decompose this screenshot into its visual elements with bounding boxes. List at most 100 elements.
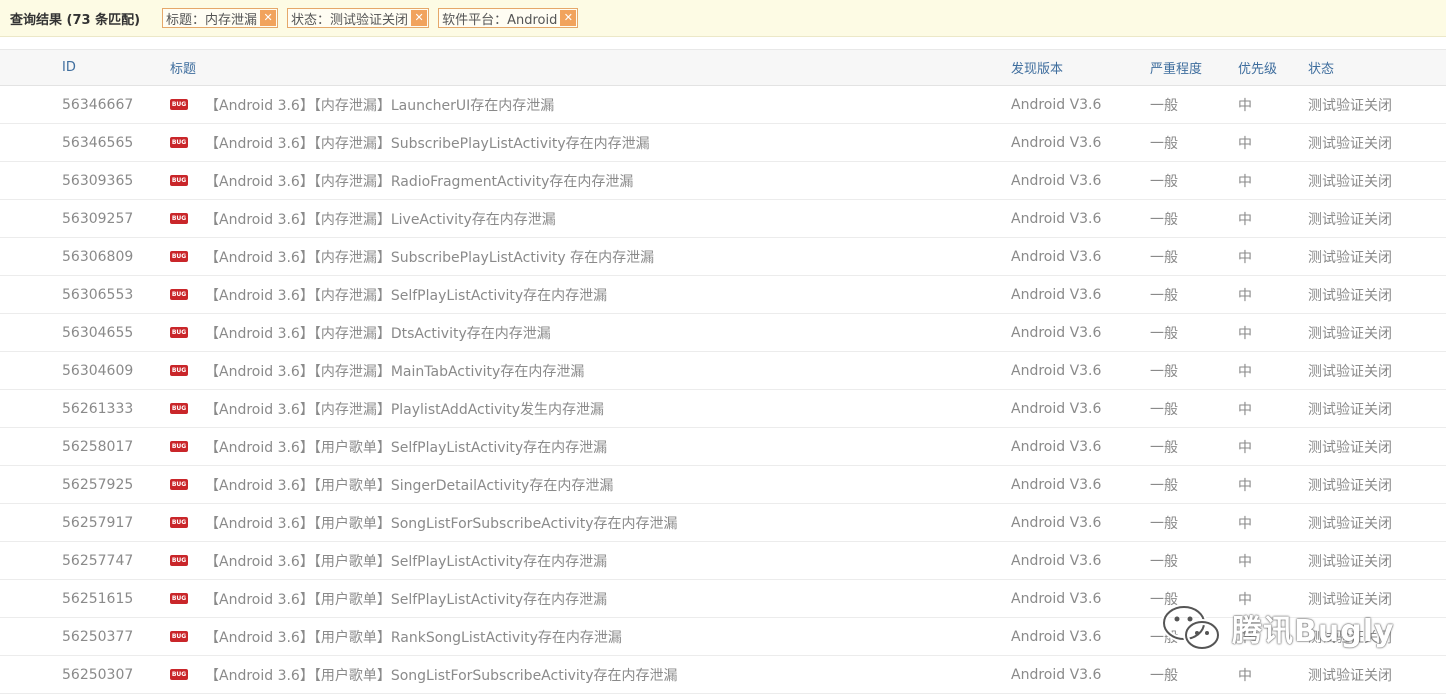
table-row[interactable]: 56306553 BUG 【Android 3.6】【内存泄漏】SelfPlayLi… (0, 276, 1446, 314)
bug-version: Android V3.6 (1011, 324, 1102, 341)
bug-id: 56261333 (62, 400, 134, 417)
table-row[interactable]: 56306809 BUG 【Android 3.6】【内存泄漏】SubscribeP… (0, 238, 1446, 276)
bug-title-link[interactable]: 【Android 3.6】【内存泄漏】LauncherUI存在内存泄漏 (205, 95, 554, 115)
bug-title-link[interactable]: 【Android 3.6】【内存泄漏】RadioFragmentActivity… (205, 171, 633, 191)
bug-priority: 中 (1238, 515, 1252, 532)
bug-title-link[interactable]: 【Android 3.6】【内存泄漏】SubscribePlayListActi… (205, 133, 650, 153)
bug-id: 56251615 (62, 590, 134, 607)
bug-status: 测试验证关闭 (1308, 667, 1392, 684)
bug-status: 测试验证关闭 (1308, 363, 1392, 380)
bug-title-link[interactable]: 【Android 3.6】【用户歌单】RankSongListActivity存… (205, 627, 622, 647)
close-icon[interactable]: ✕ (560, 10, 577, 26)
table-row[interactable]: 56346565 BUG 【Android 3.6】【内存泄漏】SubscribeP… (0, 124, 1446, 162)
bug-title-cell: BUG 【Android 3.6】【内存泄漏】DtsActivity存在内存泄漏 (170, 314, 551, 351)
bug-id: 56304609 (62, 362, 134, 379)
close-icon[interactable]: ✕ (260, 10, 277, 26)
table-row[interactable]: 56261333 BUG 【Android 3.6】【内存泄漏】PlaylistAd… (0, 390, 1446, 428)
bug-badge-icon: BUG (170, 631, 188, 642)
table-row[interactable]: 56346667 BUG 【Android 3.6】【内存泄漏】LauncherUI… (0, 86, 1446, 124)
bug-badge-icon: BUG (170, 403, 188, 414)
bug-title-link[interactable]: 【Android 3.6】【内存泄漏】MainTabActivity存在内存泄漏 (205, 361, 584, 381)
bug-badge-icon: BUG (170, 669, 188, 680)
bug-title-cell: BUG 【Android 3.6】【内存泄漏】SelfPlayListActivi… (170, 276, 607, 313)
table-row[interactable]: 56309257 BUG 【Android 3.6】【内存泄漏】LiveActivi… (0, 200, 1446, 238)
bug-title-cell: BUG 【Android 3.6】【内存泄漏】LiveActivity存在内存泄漏 (170, 200, 556, 237)
bug-title-link[interactable]: 【Android 3.6】【用户歌单】SongListForSubscribeA… (205, 513, 678, 533)
bug-id: 56257917 (62, 514, 134, 531)
bug-status: 测试验证关闭 (1308, 211, 1392, 228)
bug-status: 测试验证关闭 (1308, 477, 1392, 494)
bug-priority: 中 (1238, 363, 1252, 380)
bug-version: Android V3.6 (1011, 628, 1102, 645)
bug-severity: 一般 (1150, 439, 1178, 456)
bug-severity: 一般 (1150, 401, 1178, 418)
column-header-status[interactable]: 状态 (1308, 50, 1334, 85)
bug-status: 测试验证关闭 (1308, 515, 1392, 532)
bug-severity: 一般 (1150, 553, 1178, 570)
column-header-id[interactable]: ID (62, 50, 76, 85)
table-row[interactable]: 56251615 BUG 【Android 3.6】【用户歌单】SelfPlayLi… (0, 580, 1446, 618)
bug-badge-icon: BUG (170, 137, 188, 148)
table-row[interactable]: 56257917 BUG 【Android 3.6】【用户歌单】SongListFo… (0, 504, 1446, 542)
bug-title-cell: BUG 【Android 3.6】【内存泄漏】RadioFragmentActiv… (170, 162, 633, 199)
bug-status: 测试验证关闭 (1308, 287, 1392, 304)
bug-table-body: 56346667 BUG 【Android 3.6】【内存泄漏】LauncherUI… (0, 86, 1446, 694)
bug-status: 测试验证关闭 (1308, 173, 1392, 190)
bug-priority: 中 (1238, 325, 1252, 342)
filter-chip-label: 软件平台：Android (442, 12, 558, 28)
bug-id: 56257747 (62, 552, 134, 569)
bug-title-cell: BUG 【Android 3.6】【内存泄漏】MainTabActivity存在内… (170, 352, 584, 389)
column-header-priority[interactable]: 优先级 (1238, 50, 1277, 85)
table-row[interactable]: 56309365 BUG 【Android 3.6】【内存泄漏】RadioFragm… (0, 162, 1446, 200)
bug-priority: 中 (1238, 287, 1252, 304)
bug-title-link[interactable]: 【Android 3.6】【内存泄漏】PlaylistAddActivity发生… (205, 399, 604, 419)
bug-title-link[interactable]: 【Android 3.6】【内存泄漏】SubscribePlayListActi… (205, 247, 654, 267)
bug-severity: 一般 (1150, 135, 1178, 152)
bug-severity: 一般 (1150, 629, 1178, 646)
bug-status: 测试验证关闭 (1308, 553, 1392, 570)
bug-status: 测试验证关闭 (1308, 97, 1392, 114)
filter-chip-label: 状态：测试验证关闭 (291, 12, 409, 28)
bug-title-link[interactable]: 【Android 3.6】【内存泄漏】SelfPlayListActivity存… (205, 285, 607, 305)
bug-priority: 中 (1238, 629, 1252, 646)
bug-title-link[interactable]: 【Android 3.6】【用户歌单】SelfPlayListActivity存… (205, 589, 607, 609)
bug-severity: 一般 (1150, 591, 1178, 608)
table-row[interactable]: 56257925 BUG 【Android 3.6】【用户歌单】SingerDeta… (0, 466, 1446, 504)
bug-id: 56258017 (62, 438, 134, 455)
bug-severity: 一般 (1150, 97, 1178, 114)
bug-title-link[interactable]: 【Android 3.6】【用户歌单】SelfPlayListActivity存… (205, 551, 607, 571)
bug-badge-icon: BUG (170, 289, 188, 300)
bug-version: Android V3.6 (1011, 362, 1102, 379)
bug-version: Android V3.6 (1011, 552, 1102, 569)
bug-title-link[interactable]: 【Android 3.6】【用户歌单】SelfPlayListActivity存… (205, 437, 607, 457)
table-row[interactable]: 56250307 BUG 【Android 3.6】【用户歌单】SongListFo… (0, 656, 1446, 694)
bug-title-link[interactable]: 【Android 3.6】【内存泄漏】LiveActivity存在内存泄漏 (205, 209, 556, 229)
table-row[interactable]: 56258017 BUG 【Android 3.6】【用户歌单】SelfPlayLi… (0, 428, 1446, 466)
bug-title-cell: BUG 【Android 3.6】【用户歌单】SingerDetailActivi… (170, 466, 613, 503)
bug-status: 测试验证关闭 (1308, 135, 1392, 152)
column-header-title[interactable]: 标题 (170, 50, 196, 85)
bug-version: Android V3.6 (1011, 134, 1102, 151)
bug-status: 测试验证关闭 (1308, 591, 1392, 608)
bug-status: 测试验证关闭 (1308, 439, 1392, 456)
bug-priority: 中 (1238, 249, 1252, 266)
bug-id: 56346667 (62, 96, 134, 113)
table-row[interactable]: 56257747 BUG 【Android 3.6】【用户歌单】SelfPlayLi… (0, 542, 1446, 580)
bug-title-link[interactable]: 【Android 3.6】【用户歌单】SingerDetailActivity存… (205, 475, 613, 495)
close-icon[interactable]: ✕ (411, 10, 428, 26)
bug-title-link[interactable]: 【Android 3.6】【用户歌单】SongListForSubscribeA… (205, 665, 678, 685)
bug-priority: 中 (1238, 667, 1252, 684)
column-header-severity[interactable]: 严重程度 (1150, 50, 1202, 85)
bug-badge-icon: BUG (170, 555, 188, 566)
table-row[interactable]: 56304655 BUG 【Android 3.6】【内存泄漏】DtsActivit… (0, 314, 1446, 352)
bug-priority: 中 (1238, 591, 1252, 608)
bug-severity: 一般 (1150, 249, 1178, 266)
bug-status: 测试验证关闭 (1308, 249, 1392, 266)
table-row[interactable]: 56304609 BUG 【Android 3.6】【内存泄漏】MainTabAct… (0, 352, 1446, 390)
bug-status: 测试验证关闭 (1308, 629, 1392, 646)
column-header-version[interactable]: 发现版本 (1011, 50, 1063, 85)
table-row[interactable]: 56250377 BUG 【Android 3.6】【用户歌单】RankSongLi… (0, 618, 1446, 656)
bug-badge-icon: BUG (170, 99, 188, 110)
bug-title-link[interactable]: 【Android 3.6】【内存泄漏】DtsActivity存在内存泄漏 (205, 323, 551, 343)
bug-badge-icon: BUG (170, 251, 188, 262)
